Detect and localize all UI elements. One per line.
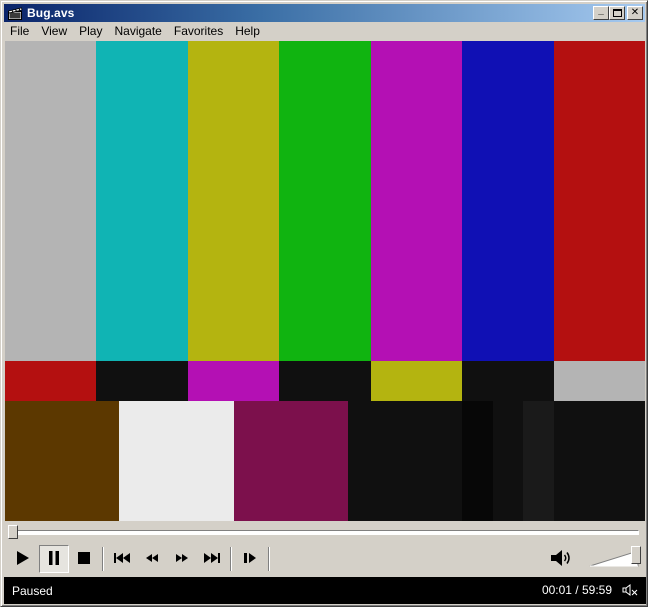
bottom-bar-2 bbox=[119, 401, 234, 521]
seek-track[interactable] bbox=[11, 530, 639, 535]
color-bars-top bbox=[5, 41, 645, 361]
bottom-bar-5 bbox=[462, 401, 493, 521]
middle-bar-4 bbox=[279, 361, 371, 401]
close-icon: ✕ bbox=[630, 7, 640, 18]
top-bar-5 bbox=[370, 41, 463, 361]
next-button[interactable] bbox=[197, 545, 227, 573]
window-controls: _ ✕ bbox=[593, 6, 643, 20]
bottom-bar-6 bbox=[492, 401, 524, 521]
menu-navigate[interactable]: Navigate bbox=[108, 22, 167, 40]
play-icon bbox=[14, 550, 30, 569]
top-bar-2 bbox=[96, 41, 188, 361]
skip-back-icon bbox=[113, 551, 131, 568]
middle-bar-3 bbox=[187, 361, 280, 401]
menu-help[interactable]: Help bbox=[229, 22, 266, 40]
bottom-bar-7 bbox=[523, 401, 554, 521]
middle-bar-2 bbox=[96, 361, 188, 401]
time-display: 00:01 / 59:59 bbox=[541, 583, 612, 597]
menu-file[interactable]: File bbox=[4, 22, 35, 40]
menu-bar: File View Play Navigate Favorites Help bbox=[4, 22, 645, 40]
frame-step-icon bbox=[242, 551, 258, 568]
bottom-bar-1 bbox=[5, 401, 120, 521]
menu-play[interactable]: Play bbox=[73, 22, 108, 40]
mute-icon[interactable] bbox=[622, 583, 638, 597]
fast-forward-icon bbox=[174, 551, 190, 568]
maximize-button[interactable] bbox=[609, 6, 625, 20]
minimize-icon: _ bbox=[598, 5, 604, 16]
stop-button[interactable] bbox=[69, 545, 99, 573]
middle-bar-5 bbox=[370, 361, 463, 401]
pause-button[interactable] bbox=[39, 545, 69, 573]
maximize-icon bbox=[612, 9, 622, 17]
volume-thumb[interactable] bbox=[631, 546, 641, 564]
middle-bar-6 bbox=[462, 361, 554, 401]
middle-bar-1 bbox=[5, 361, 97, 401]
color-bars-bottom bbox=[5, 401, 645, 521]
volume-button[interactable] bbox=[549, 547, 575, 571]
toolbar-separator bbox=[230, 547, 232, 571]
minimize-button[interactable]: _ bbox=[593, 6, 609, 20]
skip-forward-icon bbox=[203, 551, 221, 568]
playback-controls bbox=[5, 543, 645, 575]
bottom-bar-4 bbox=[347, 401, 463, 521]
frame-step-button[interactable] bbox=[235, 545, 265, 573]
speaker-icon bbox=[550, 548, 574, 571]
top-bar-6 bbox=[462, 41, 554, 361]
menu-favorites[interactable]: Favorites bbox=[168, 22, 229, 40]
previous-button[interactable] bbox=[107, 545, 137, 573]
stop-icon bbox=[77, 551, 91, 568]
color-bars-middle bbox=[5, 361, 645, 401]
player-window: Bug.avs _ ✕ File View Play Navigate Favo… bbox=[0, 0, 648, 607]
close-button[interactable]: ✕ bbox=[627, 6, 643, 20]
rewind-icon bbox=[144, 551, 160, 568]
status-bar: Paused 00:01 / 59:59 bbox=[4, 577, 646, 604]
middle-bar-7 bbox=[553, 361, 645, 401]
bottom-bar-3 bbox=[233, 401, 348, 521]
seek-thumb[interactable] bbox=[8, 525, 19, 539]
toolbar-separator bbox=[268, 547, 270, 571]
top-bar-1 bbox=[5, 41, 97, 361]
top-bar-7 bbox=[553, 41, 645, 361]
play-button[interactable] bbox=[7, 545, 37, 573]
rewind-button[interactable] bbox=[137, 545, 167, 573]
menu-view[interactable]: View bbox=[35, 22, 73, 40]
title-bar[interactable]: Bug.avs _ ✕ bbox=[4, 4, 645, 22]
video-display[interactable] bbox=[5, 41, 645, 521]
seek-bar[interactable] bbox=[5, 521, 645, 543]
window-title: Bug.avs bbox=[27, 6, 75, 20]
bottom-bar-8 bbox=[553, 401, 645, 521]
fast-forward-button[interactable] bbox=[167, 545, 197, 573]
toolbar-separator bbox=[102, 547, 104, 571]
top-bar-4 bbox=[279, 41, 371, 361]
clapperboard-icon bbox=[7, 6, 23, 20]
pause-icon bbox=[47, 550, 61, 569]
top-bar-3 bbox=[187, 41, 280, 361]
playback-state: Paused bbox=[12, 583, 53, 598]
